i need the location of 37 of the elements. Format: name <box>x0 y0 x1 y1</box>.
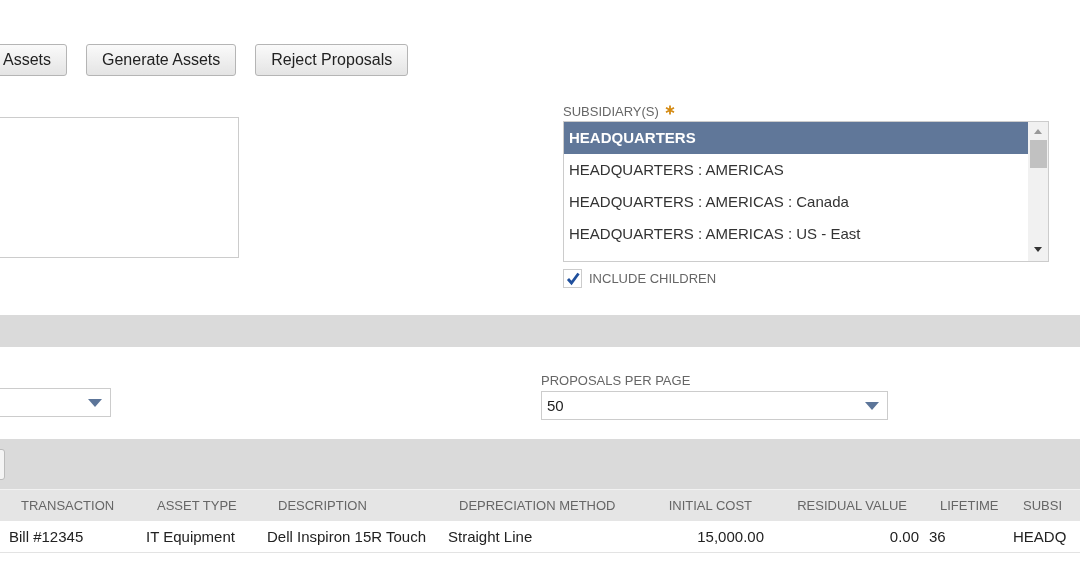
caret-icon <box>865 401 879 410</box>
column-header: INITIAL COST <box>667 498 753 513</box>
scrollbar[interactable] <box>1028 122 1048 261</box>
column-header: SUBSI <box>1022 498 1063 513</box>
list-option[interactable]: HEADQUARTERS : AMERICAS : Canada <box>564 186 1028 218</box>
field-label: PROPOSALS PER PAGE <box>541 373 692 388</box>
table-cell-text: Bill #12345 <box>8 528 85 545</box>
caret-icon <box>88 398 102 407</box>
scroll-down-icon[interactable] <box>1033 247 1043 253</box>
table-cell-text: 15,000.00 <box>696 528 765 545</box>
column-header: TRANSACTION <box>20 498 116 513</box>
column-header: LIFETIME <box>939 498 1000 513</box>
scroll-up-icon[interactable] <box>1033 128 1043 134</box>
column-header: RESIDUAL VALUE <box>796 498 908 513</box>
scrollbar-thumb[interactable] <box>1029 140 1047 168</box>
list-option[interactable]: HEADQUARTERS : AMERICAS : US - East <box>564 218 1028 250</box>
dropdown-field[interactable] <box>0 388 111 417</box>
field-label: SUBSIDIARY(S) <box>563 104 659 119</box>
column-header: DEPRECIATION METHOD <box>458 498 617 513</box>
action-button[interactable]: Generate Assets <box>86 44 237 76</box>
list-option[interactable]: HEADQUARTERS : AMERICAS <box>564 154 1028 186</box>
table-cell-text: Dell Inspiron 15R Touch <box>266 528 427 545</box>
column-header: DESCRIPTION <box>277 498 368 513</box>
subsidiary-listbox[interactable]: HEADQUARTERS HEADQUARTERS : AMERICAS HEADQUARTERS : AMERICAS : Canada HEADQUARTERS : AMERICAS : US - East <box>563 121 1049 262</box>
table-cell-text: 0.00 <box>888 528 920 545</box>
checkbox[interactable] <box>563 269 582 288</box>
table-cell-text: 36 <box>928 528 947 545</box>
table-cell-text: Straight Line <box>447 528 534 545</box>
column-header: ASSET TYPE <box>156 498 238 513</box>
table-cell-text: HEADQ <box>1012 528 1068 545</box>
action-button[interactable]: Reject Proposals <box>255 44 409 76</box>
action-button[interactable]: Assets <box>0 44 67 76</box>
dropdown-field[interactable]: 50 <box>541 391 888 420</box>
text-area-field[interactable] <box>0 117 239 258</box>
table-cell-text: IT Equipment <box>145 528 236 545</box>
checkbox-label: INCLUDE CHILDREN <box>589 271 717 286</box>
list-option[interactable]: HEADQUARTERS <box>564 122 1028 154</box>
